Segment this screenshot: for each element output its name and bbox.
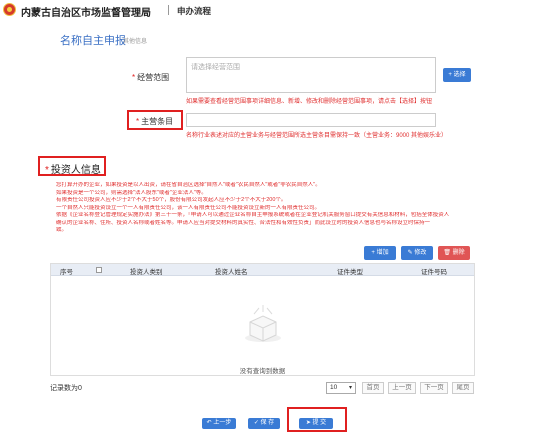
save-label: 保 存: [260, 420, 275, 426]
main-item-label-text: 主营条目: [141, 117, 174, 126]
header-divider: [168, 5, 169, 15]
scope-hint: 如果需要查看经营范围事项详细信息、新增、修改和删除经营范围事项，请点击【选择】按…: [186, 99, 433, 105]
required-mark: *: [136, 117, 140, 126]
note-line: 依据《企业名称登记管理规定实施办法》第三十一条，「申请人可以通过企业名称自主申报…: [56, 212, 450, 218]
investor-title: * 投资人信息: [45, 161, 101, 176]
submit-button[interactable]: ➤ 提 交: [299, 418, 333, 429]
prev-step-button[interactable]: ↶ 上一步: [202, 418, 236, 429]
next-page-button[interactable]: 下一页: [420, 382, 448, 394]
prev-page-button[interactable]: 上一页: [388, 382, 416, 394]
flow-name[interactable]: 申办流程: [177, 5, 211, 17]
submit-label: 提 交: [312, 420, 327, 426]
save-button[interactable]: ✓ 保 存: [248, 418, 280, 429]
section-title: 名称自主申报: [60, 35, 126, 47]
note-line: 您打算开办的企业，如果投资是以人出资，请在省自治区选择"自然人"或者"农民自然人…: [56, 182, 321, 188]
top-header: 内蒙古自治区市场监督管理局 申办流程: [0, 0, 554, 20]
national-emblem-icon: [3, 3, 16, 16]
edit-investor-button[interactable]: ✎ 修改: [401, 246, 433, 260]
delete-label: 删除: [452, 250, 465, 256]
main-item-label: * 主营条目: [136, 116, 173, 127]
col-investor-name: 投资人姓名: [215, 269, 248, 276]
edit-label: 修改: [414, 250, 427, 256]
note-line: 确认的企业名称、住所、投资人名称或者姓名等。申请人应当对提交材料的真实性、合法性…: [56, 219, 431, 226]
scope-textarea[interactable]: 请选择经营范围: [186, 57, 436, 93]
select-scope-button[interactable]: + 选择: [443, 68, 471, 82]
col-index: 序号: [60, 269, 73, 276]
empty-state-text: 没有查询到数据: [239, 368, 286, 375]
last-page-button[interactable]: 尾页: [452, 382, 474, 394]
add-investor-button[interactable]: + 增加: [364, 246, 396, 260]
checkmark-icon: ✓: [253, 420, 261, 426]
prev-step-label: 上一步: [213, 420, 232, 426]
delete-investor-button[interactable]: 🗑 删除: [438, 246, 470, 260]
note-line: 致。: [56, 227, 68, 233]
scope-label-text: 经营范围: [137, 73, 170, 82]
record-count: 记录数为0: [50, 385, 82, 392]
investor-title-text: 投资人信息: [50, 165, 101, 176]
main-item-hint: 名称行业表述对应的主营业务与经营范围所选主营条目需保持一致（主营业务：9000 …: [186, 133, 448, 139]
page-size-select[interactable]: 10 ▾: [326, 382, 356, 394]
scope-label: * 经营范围: [132, 72, 169, 83]
section-subtitle: 其他信息: [123, 39, 148, 45]
select-all-checkbox[interactable]: [96, 267, 102, 273]
page-size-value: 10: [330, 384, 338, 391]
col-id-type: 证件类型: [337, 269, 363, 276]
col-id-number: 证件号码: [421, 269, 447, 276]
investor-table: 序号 投资人类别 投资人姓名 证件类型 证件号码 没有查询到数据: [50, 263, 475, 376]
org-name: 内蒙古自治区市场监督管理局: [21, 8, 151, 19]
required-mark: *: [45, 165, 49, 176]
send-icon: ➤: [305, 420, 313, 426]
main-item-input[interactable]: [186, 113, 436, 127]
scope-placeholder: 请选择经营范围: [191, 64, 240, 71]
investor-notes: 您打算开办的企业，如果投资是以人出资，请在省自治区选择"自然人"或者"农民自然人…: [56, 182, 471, 235]
empty-box-icon: [245, 305, 281, 342]
col-investor-type: 投资人类别: [130, 269, 163, 276]
chevron-down-icon: ▾: [348, 385, 352, 391]
first-page-button[interactable]: 首页: [362, 382, 384, 394]
note-line: 一个自然人只能投资设立一个一人有限责任公司，该一人有限责任公司不能投资设立新的一…: [56, 204, 321, 211]
table-header: 序号 投资人类别 投资人姓名 证件类型 证件号码: [51, 264, 474, 276]
note-line: 有限责任公司投资人应不少于2个不大于50个，股份有限公司发起人应不少于2个不大于…: [56, 197, 287, 203]
required-mark: *: [132, 73, 136, 82]
trash-icon: 🗑: [443, 250, 453, 256]
note-line: 如果投资是一个公司，则需选择"法人股东"或者"企业法人"等。: [56, 189, 207, 196]
